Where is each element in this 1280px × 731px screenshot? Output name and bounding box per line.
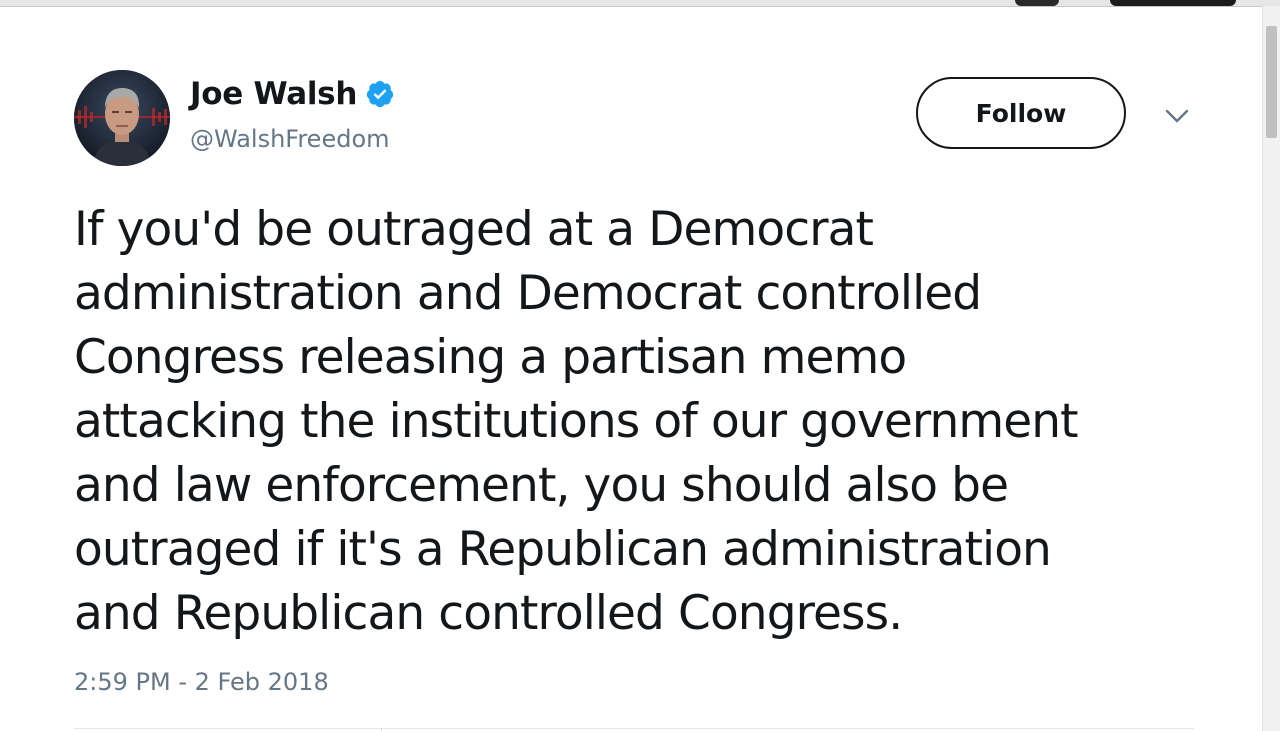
follow-button[interactable]: Follow xyxy=(916,77,1126,149)
tweet-text-line: administration and Democrat controlled xyxy=(74,266,982,321)
tweet-text-line: outraged if it's a Republican administra… xyxy=(74,522,1052,577)
vertical-scrollbar[interactable] xyxy=(1262,6,1280,731)
tweet-text-line: If you'd be outraged at a Democrat xyxy=(74,202,874,257)
tweet-text-line: Congress releasing a partisan memo xyxy=(74,330,907,385)
tweet-text-line: and law enforcement, you should also be xyxy=(74,458,1009,513)
verified-badge-icon xyxy=(365,79,395,109)
tweet-text-line: and Republican controlled Congress. xyxy=(74,586,903,641)
tweet-card: Joe Walsh @WalshFreedom Follow If you'd … xyxy=(74,6,1194,731)
author-name-row[interactable]: Joe Walsh xyxy=(190,76,395,112)
tweet-text-line: attacking the institutions of our govern… xyxy=(74,394,1079,449)
display-name[interactable]: Joe Walsh xyxy=(190,76,357,112)
user-handle[interactable]: @WalshFreedom xyxy=(190,125,390,153)
tweet-timestamp[interactable]: 2:59 PM - 2 Feb 2018 xyxy=(74,668,329,696)
scrollbar-thumb[interactable] xyxy=(1266,26,1277,138)
avatar-photo xyxy=(74,70,170,166)
tweet-text: If you'd be outraged at a Democrat admin… xyxy=(74,198,1194,646)
chevron-down-icon[interactable] xyxy=(1164,103,1190,129)
divider xyxy=(74,728,1194,729)
avatar[interactable] xyxy=(74,70,170,166)
